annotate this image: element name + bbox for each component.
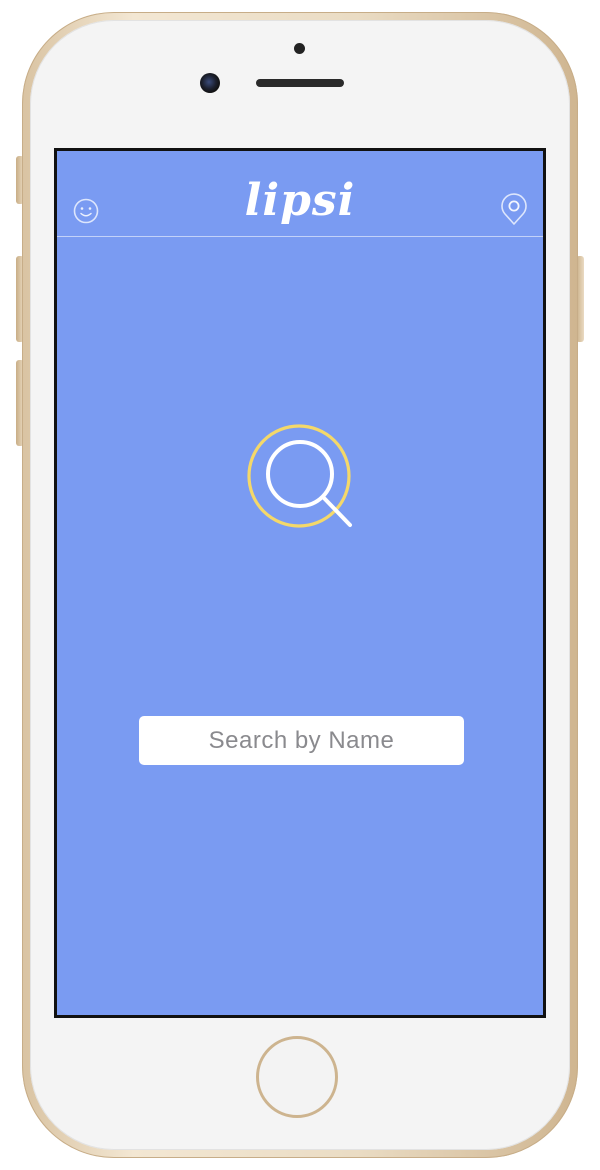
nav-divider [57, 236, 543, 237]
magnifying-glass-icon [247, 424, 352, 528]
brand-logo: lipsi [244, 175, 356, 226]
proximity-sensor [294, 43, 305, 54]
front-camera-icon [200, 73, 220, 93]
device-mockup: lipsi [0, 0, 600, 1170]
top-nav-bar: lipsi [57, 151, 543, 237]
search-by-name-input[interactable] [139, 716, 464, 765]
app-screen: lipsi [54, 148, 546, 1018]
earpiece-speaker [256, 79, 344, 87]
location-pin-icon[interactable] [499, 193, 529, 227]
home-button[interactable] [256, 1036, 338, 1118]
